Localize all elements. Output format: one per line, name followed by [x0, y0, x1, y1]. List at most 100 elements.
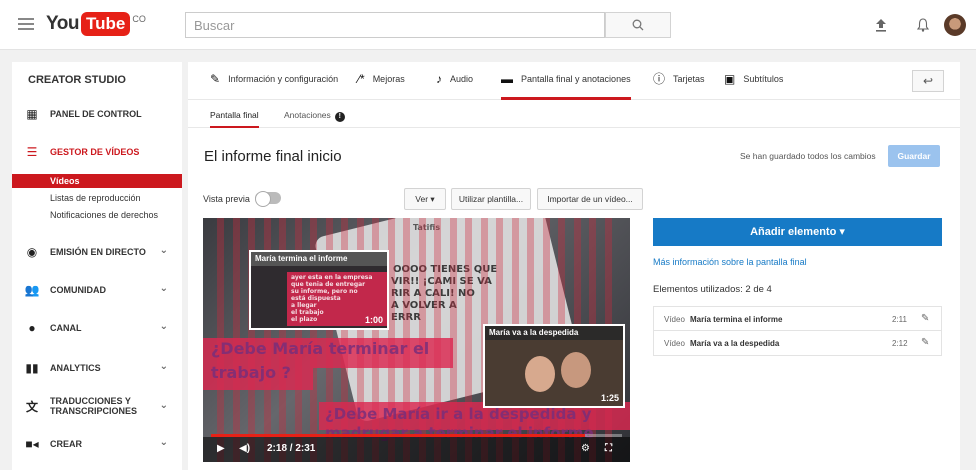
translate-icon: 文	[25, 399, 38, 414]
element-1-title: María termina el informe	[251, 252, 387, 266]
search-input[interactable]: Buscar	[185, 12, 605, 38]
sidebar-item-analytics[interactable]: ▮▮ ANALYTICS ⌄	[12, 358, 182, 378]
sidebar: CREATOR STUDIO ▦ PANEL DE CONTROL ☰ GEST…	[12, 62, 182, 470]
video-manager-icon: ☰	[26, 145, 38, 159]
tab-audio[interactable]: ♪ Audio	[436, 72, 474, 100]
subtab-end-screen[interactable]: Pantalla final	[210, 110, 259, 128]
sidebar-item-video-manager[interactable]: ☰ GESTOR DE VÍDEOS	[12, 142, 182, 162]
video-controls: ▶ ◀) 2:18 / 2:31 ⚙ ⛶	[203, 437, 630, 462]
element-2-thumbnail-face	[561, 352, 591, 388]
sidebar-subitem-videos[interactable]: Vídeos	[12, 174, 182, 188]
sidebar-item-label: ANALYTICS	[50, 363, 101, 373]
sidebar-item-community[interactable]: 👥 COMUNIDAD ⌄	[12, 280, 182, 300]
elements-used-count: Elementos utilizados: 2 de 4	[653, 284, 772, 295]
editor-tabs: ✎ Información y configuración ⁄* Mejoras ♪…	[188, 62, 960, 100]
youtube-logo[interactable]: You Tube CO	[46, 12, 146, 36]
sidebar-item-label: CANAL	[50, 323, 82, 333]
tab-cards[interactable]: ⓘ Tarjetas	[653, 72, 705, 100]
volume-icon[interactable]: ◀)	[239, 443, 250, 454]
back-button[interactable]: ↩	[912, 70, 944, 92]
cc-icon: ▣	[724, 72, 736, 86]
subtab-annotations[interactable]: Anotaciones!	[284, 110, 345, 128]
sidebar-item-label: TRADUCCIONES Y TRANSCRIPCIONES	[50, 396, 137, 416]
list-item[interactable]: Vídeo María termina el informe 2:11 ✎	[654, 307, 941, 331]
list-item[interactable]: Vídeo María va a la despedida 2:12 ✎	[654, 331, 941, 355]
creator-studio-title: CREATOR STUDIO	[28, 74, 126, 86]
use-template-button[interactable]: Utilizar plantilla...	[451, 188, 531, 210]
tab-label: Tarjetas	[673, 74, 705, 84]
card1-body-line: el trabajo	[291, 309, 324, 316]
video-player[interactable]: Tatifis OOOO TIENES QUE VIR!! ¡CAMI SE V…	[203, 218, 630, 462]
card1-body-line: a llegar	[291, 302, 317, 309]
element-name: María va a la despedida	[690, 339, 780, 348]
settings-icon[interactable]: ⚙	[581, 443, 590, 454]
sidebar-subitem-copyright[interactable]: Notificaciones de derechos	[12, 208, 182, 222]
sidebar-item-label: GESTOR DE VÍDEOS	[50, 147, 140, 157]
tab-enhancements[interactable]: ⁄* Mejoras	[358, 72, 405, 100]
chevron-down-icon: ⌄	[159, 437, 168, 448]
save-status: Se han guardado todos los cambios	[740, 151, 876, 161]
play-icon[interactable]: ▶	[217, 443, 225, 454]
edit-pencil-icon[interactable]: ✎	[921, 337, 929, 348]
search-button[interactable]	[605, 12, 671, 38]
sidebar-item-label: PANEL DE CONTROL	[50, 109, 142, 119]
music-note-icon: ♪	[436, 72, 442, 86]
sidebar-item-channel[interactable]: ● CANAL ⌄	[12, 318, 182, 338]
tab-end-screen[interactable]: ▬ Pantalla final y anotaciones	[501, 72, 631, 100]
logo-suffix: CO	[132, 14, 146, 24]
element-2-title: María va a la despedida	[485, 326, 623, 340]
bell-icon[interactable]	[912, 14, 934, 36]
upload-icon[interactable]	[870, 14, 892, 36]
import-from-video-button[interactable]: Importar de un vídeo...	[537, 188, 643, 210]
chevron-down-icon: ⌄	[159, 283, 168, 294]
channel-icon: ●	[28, 321, 36, 335]
end-screen-icon: ▬	[501, 72, 513, 86]
sidebar-item-label: EMISIÓN EN DIRECTO	[50, 247, 146, 257]
live-icon: ◉	[26, 245, 38, 259]
search-icon	[632, 19, 644, 31]
fullscreen-icon[interactable]: ⛶	[605, 443, 612, 454]
save-button[interactable]: Guardar	[888, 145, 940, 167]
top-bar: You Tube CO Buscar	[0, 0, 976, 50]
card1-body-text: ayer esta en la empresa que tenia de ent…	[291, 274, 372, 323]
element-time: 2:11	[892, 315, 907, 324]
sidebar-item-label: COMUNIDAD	[50, 285, 106, 295]
sidebar-item-label: CREAR	[50, 439, 83, 449]
edit-pencil-icon[interactable]: ✎	[921, 313, 929, 324]
more-info-link[interactable]: Más información sobre la pantalla final	[653, 257, 807, 267]
add-element-button[interactable]: Añadir elemento ▾	[653, 218, 942, 246]
card1-body-line: su informe, pero no	[291, 288, 358, 295]
info-icon: ⓘ	[653, 72, 666, 86]
avatar[interactable]	[944, 14, 966, 36]
sidebar-item-dashboard[interactable]: ▦ PANEL DE CONTROL	[12, 104, 182, 124]
sidebar-item-label-line2: TRANSCRIPCIONES	[50, 406, 138, 416]
logo-you: You	[46, 13, 79, 34]
video-time: 2:18 / 2:31	[267, 443, 316, 454]
element-2-duration: 1:25	[600, 393, 619, 403]
sidebar-subitem-playlists[interactable]: Listas de reproducción	[12, 191, 182, 205]
view-dropdown[interactable]: Ver ▾	[404, 188, 446, 210]
tab-subtitles[interactable]: ▣ Subtítulos	[724, 72, 784, 100]
question-text-2: ¿Debe María ir a la despedida y	[325, 405, 592, 423]
caret-down-icon: ▾	[839, 226, 845, 238]
sidebar-item-translations[interactable]: 文 TRADUCCIONES Y TRANSCRIPCIONES ⌄	[12, 393, 182, 419]
tab-label: Pantalla final y anotaciones	[521, 74, 631, 84]
tab-label: Audio	[450, 74, 474, 84]
dashboard-icon: ▦	[26, 107, 38, 121]
magic-wand-icon: ⁄*	[358, 72, 365, 86]
end-screen-element-2[interactable]: María va a la despedida 1:25	[483, 324, 625, 408]
sidebar-item-live[interactable]: ◉ EMISIÓN EN DIRECTO ⌄	[12, 242, 182, 262]
create-icon: ■◂	[25, 437, 39, 451]
add-element-label: Añadir elemento	[750, 226, 837, 238]
end-screen-element-1[interactable]: María termina el informe ayer esta en la…	[249, 250, 389, 330]
element-type: Vídeo	[664, 339, 685, 348]
preview-toggle[interactable]	[255, 191, 281, 207]
menu-icon[interactable]	[18, 18, 34, 30]
tab-label: Información y configuración	[228, 74, 339, 84]
element-time: 2:12	[892, 339, 908, 348]
tab-label: Subtítulos	[743, 74, 784, 84]
tab-info-settings[interactable]: ✎ Información y configuración	[210, 73, 339, 100]
sidebar-item-create[interactable]: ■◂ CREAR ⌄	[12, 434, 182, 454]
question-text-1b: trabajo ?	[211, 363, 291, 382]
chevron-down-icon: ⌄	[159, 245, 168, 256]
